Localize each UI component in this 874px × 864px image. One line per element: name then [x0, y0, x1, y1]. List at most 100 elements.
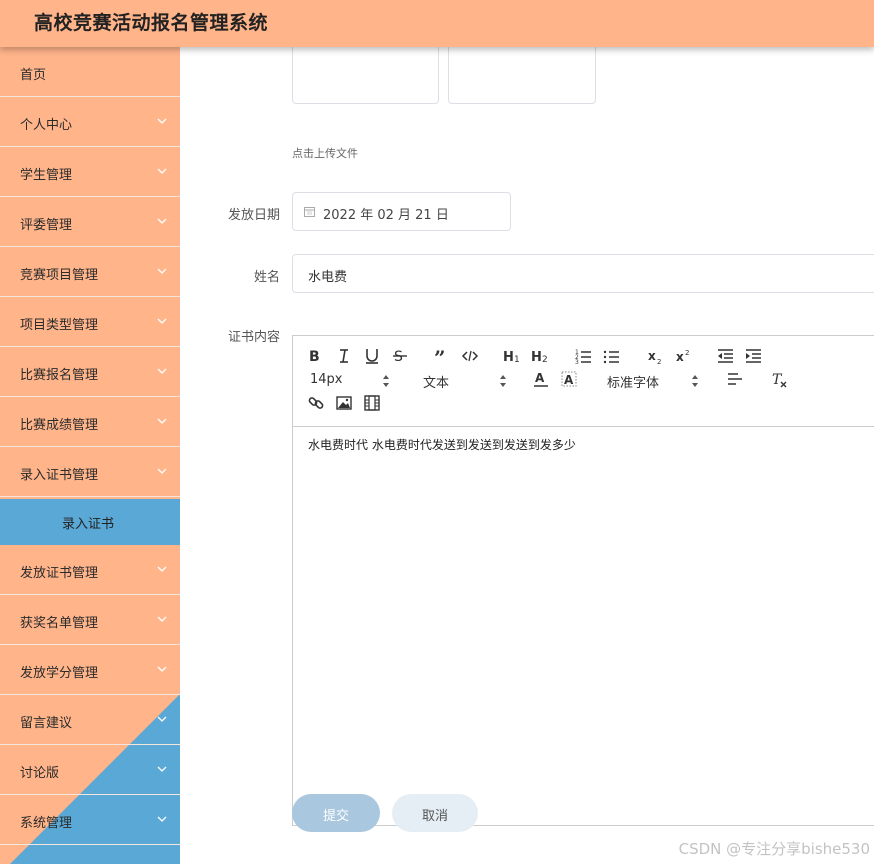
- text-type-select[interactable]: 文本: [423, 372, 449, 391]
- subscript-icon[interactable]: x2: [646, 346, 666, 366]
- image-icon[interactable]: [334, 393, 354, 413]
- ordered-list-icon[interactable]: 123: [574, 346, 594, 366]
- h1-icon[interactable]: H1: [502, 346, 522, 366]
- chevron-down-icon: [157, 268, 167, 274]
- date-value: 2022 年 02 月 21 日: [323, 208, 449, 223]
- calendar-icon: [304, 207, 315, 217]
- video-icon[interactable]: [362, 393, 382, 413]
- sidebar-item-label: 系统管理: [20, 816, 73, 831]
- upload-hint[interactable]: 点击上传文件: [292, 145, 358, 161]
- svg-text:x: x: [648, 349, 656, 363]
- sidebar-item-system-management[interactable]: 系统管理: [0, 795, 180, 845]
- watermark: CSDN @专注分享bishe530: [678, 840, 870, 858]
- select-arrows-icon: [692, 375, 698, 387]
- sidebar-item-discussion-board[interactable]: 讨论版: [0, 745, 180, 795]
- editor-toolbar: B S ” H1 H2 123 x2 x2 14px 文本 A A 标准字体 T: [293, 336, 874, 427]
- svg-text:2: 2: [657, 358, 661, 366]
- sidebar-item-label: 发放证书管理: [20, 566, 99, 581]
- svg-text:2: 2: [685, 349, 689, 357]
- chevron-down-icon: [157, 318, 167, 324]
- chevron-up-icon: [157, 468, 167, 474]
- submit-button[interactable]: 提交: [292, 794, 380, 832]
- background-color-icon[interactable]: A: [559, 369, 579, 389]
- sidebar-subitem-certificate-entry[interactable]: 录入证书: [0, 499, 180, 545]
- italic-icon[interactable]: [334, 346, 354, 366]
- rich-text-editor[interactable]: B S ” H1 H2 123 x2 x2 14px 文本 A A 标准字体 T: [292, 335, 874, 826]
- sidebar-item-certificate-entry-management[interactable]: 录入证书管理: [0, 447, 180, 497]
- chevron-down-icon: [157, 766, 167, 772]
- main-content: 点击上传文件 发放日期 2022 年 02 月 21 日 姓名 水电费 证书内容…: [180, 47, 874, 864]
- svg-text:A: A: [564, 373, 574, 387]
- sidebar-item-label: 个人中心: [20, 118, 73, 133]
- h2-icon[interactable]: H2: [530, 346, 550, 366]
- chevron-down-icon: [157, 168, 167, 174]
- svg-text:H: H: [503, 350, 514, 365]
- indent-decrease-icon[interactable]: [716, 346, 736, 366]
- sidebar-item-label: 学生管理: [20, 168, 73, 183]
- sidebar-item-label: 首页: [20, 68, 47, 83]
- upload-preview-box[interactable]: [292, 47, 439, 104]
- editor-content[interactable]: 水电费时代 水电费时代发送到发送到发送到发多少: [308, 436, 576, 453]
- sidebar-item-competition-project-management[interactable]: 竞赛项目管理: [0, 247, 180, 297]
- chevron-down-icon: [157, 418, 167, 424]
- sidebar-item-label: 获奖名单管理: [20, 616, 99, 631]
- svg-text:T: T: [772, 372, 783, 388]
- name-value: 水电费: [308, 270, 348, 285]
- name-label: 姓名: [253, 270, 280, 285]
- sidebar-item-message-suggestions[interactable]: 留言建议: [0, 695, 180, 745]
- blockquote-icon[interactable]: ”: [432, 346, 452, 366]
- svg-text:x: x: [676, 350, 684, 364]
- chevron-down-icon: [157, 118, 167, 124]
- sidebar-item-label: 比赛报名管理: [20, 368, 99, 383]
- chevron-down-icon: [157, 816, 167, 822]
- sidebar-item-label: 比赛成绩管理: [20, 418, 99, 433]
- sidebar-menu: 首页 个人中心 学生管理 评委管理 竞赛项目管理 项目类型管理 比赛报名管理 比…: [0, 47, 180, 845]
- upload-trigger-box[interactable]: [448, 47, 596, 104]
- svg-text:H: H: [531, 350, 542, 365]
- sidebar-item-personal-center[interactable]: 个人中心: [0, 97, 180, 147]
- select-arrows-icon: [383, 375, 389, 387]
- sidebar-item-student-management[interactable]: 学生管理: [0, 147, 180, 197]
- strikethrough-icon[interactable]: S: [390, 346, 410, 366]
- align-icon[interactable]: [725, 369, 745, 389]
- sidebar-item-label: 录入证书: [62, 517, 115, 532]
- code-icon[interactable]: [460, 346, 480, 366]
- sidebar-item-judge-management[interactable]: 评委管理: [0, 197, 180, 247]
- font-size-select[interactable]: 14px: [310, 372, 343, 387]
- chevron-down-icon: [157, 218, 167, 224]
- sidebar-item-score-management[interactable]: 比赛成绩管理: [0, 397, 180, 447]
- svg-text:A: A: [535, 371, 545, 385]
- name-field[interactable]: 水电费: [292, 254, 874, 293]
- chevron-down-icon: [157, 566, 167, 572]
- svg-text:B: B: [309, 349, 320, 365]
- sidebar-item-label: 留言建议: [20, 716, 73, 731]
- superscript-icon[interactable]: x2: [674, 346, 694, 366]
- bold-icon[interactable]: B: [306, 346, 326, 366]
- cancel-button[interactable]: 取消: [392, 794, 478, 832]
- underline-icon[interactable]: [362, 346, 382, 366]
- issue-date-picker[interactable]: 2022 年 02 月 21 日: [292, 192, 511, 231]
- bullet-list-icon[interactable]: [602, 346, 622, 366]
- sidebar-item-label: 发放学分管理: [20, 666, 99, 681]
- sidebar-item-credit-issue-management[interactable]: 发放学分管理: [0, 645, 180, 695]
- sidebar-item-award-list-management[interactable]: 获奖名单管理: [0, 595, 180, 645]
- sidebar-item-label: 评委管理: [20, 218, 73, 233]
- sidebar-item-home[interactable]: 首页: [0, 47, 180, 97]
- svg-text:”: ”: [434, 346, 446, 366]
- sidebar: 首页 个人中心 学生管理 评委管理 竞赛项目管理 项目类型管理 比赛报名管理 比…: [0, 47, 180, 864]
- sidebar-item-registration-management[interactable]: 比赛报名管理: [0, 347, 180, 397]
- indent-increase-icon[interactable]: [744, 346, 764, 366]
- sidebar-item-project-type-management[interactable]: 项目类型管理: [0, 297, 180, 347]
- date-label: 发放日期: [227, 208, 280, 223]
- link-icon[interactable]: [306, 393, 326, 413]
- sidebar-item-certificate-issue-management[interactable]: 发放证书管理: [0, 545, 180, 595]
- clear-format-icon[interactable]: T: [769, 369, 789, 389]
- svg-text:1: 1: [514, 355, 520, 365]
- sidebar-item-label: 竞赛项目管理: [20, 268, 99, 283]
- font-family-select[interactable]: 标准字体: [607, 372, 659, 391]
- svg-text:3: 3: [575, 359, 579, 366]
- app-header: 高校竞赛活动报名管理系统: [0, 0, 874, 47]
- app-title: 高校竞赛活动报名管理系统: [34, 12, 269, 34]
- content-label: 证书内容: [227, 330, 280, 345]
- font-color-icon[interactable]: A: [531, 369, 551, 389]
